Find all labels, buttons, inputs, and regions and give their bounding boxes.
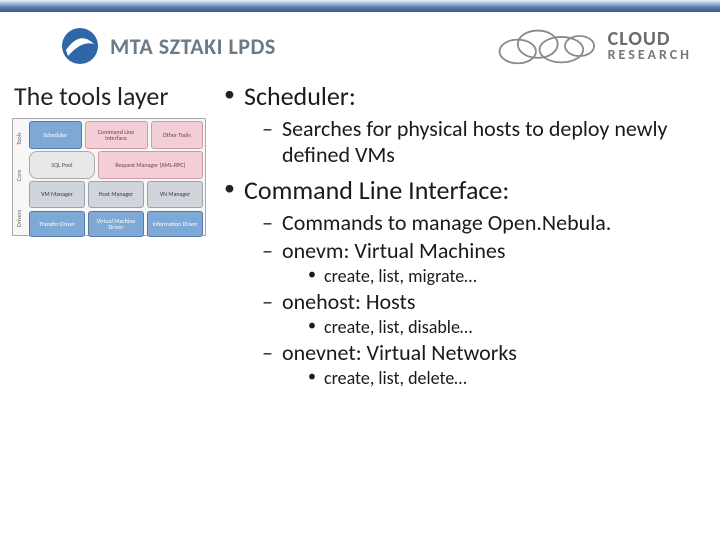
thumb-row-tools: Scheduler Command Line Interface Other T… bbox=[29, 121, 203, 149]
bullet-onevnet-ops: create, list, delete… bbox=[306, 368, 708, 389]
bullet-scheduler: Scheduler: Searches for physical hosts t… bbox=[220, 80, 708, 168]
bullet-onevm-label: onevm: Virtual Machines bbox=[282, 237, 505, 264]
bullet-onehost-label: onehost: Hosts bbox=[282, 288, 416, 315]
bullet-onevnet-label: onevnet: Virtual Networks bbox=[282, 339, 517, 366]
thumb-label-tools: Tools bbox=[15, 133, 23, 145]
thumb-box-vm-manager: VM Manager bbox=[29, 181, 85, 208]
bullet-cli-title: Command Line Interface: bbox=[244, 174, 509, 206]
thumb-box-host-manager: Host Manager bbox=[88, 181, 144, 208]
logo-row: MTA SZTAKI LPDS CLOUD RESEARCH bbox=[0, 12, 720, 78]
bullet-onevm: onevm: Virtual Machines create, list, mi… bbox=[260, 238, 708, 287]
thumb-box-vn-manager: VN Manager bbox=[147, 181, 203, 208]
thumb-label-drivers: Drivers bbox=[15, 210, 23, 227]
bullet-cli-desc: Commands to manage Open.Nebula. bbox=[260, 210, 708, 236]
slide: MTA SZTAKI LPDS CLOUD RESEARCH The tools… bbox=[0, 0, 720, 540]
bullet-scheduler-title: Scheduler: bbox=[244, 80, 356, 112]
bullet-onevnet: onevnet: Virtual Networks create, list, … bbox=[260, 340, 708, 389]
bullet-cli: Command Line Interface: Commands to mana… bbox=[220, 174, 708, 390]
sztaki-text: MTA SZTAKI LPDS bbox=[110, 33, 276, 60]
thumb-box-scheduler: Scheduler bbox=[29, 121, 82, 149]
thumb-side-labels: Tools Core Drivers bbox=[13, 119, 27, 235]
sztaki-mark-icon bbox=[60, 26, 100, 66]
thumb-box-request-manager: Request Manager (XML-RPC) bbox=[98, 151, 203, 179]
thumb-box-vm-driver: Virtual Machine Driver bbox=[88, 211, 144, 238]
cloud-text-line2: RESEARCH bbox=[608, 49, 692, 62]
thumb-box-transfer-driver: Transfer Driver bbox=[29, 211, 85, 238]
section-title: The tools layer bbox=[12, 78, 212, 118]
slide-body: The tools layer Tools Core Drivers Sched… bbox=[0, 78, 720, 395]
bullet-onehost: onehost: Hosts create, list, disable… bbox=[260, 289, 708, 338]
bullet-scheduler-desc: Searches for physical hosts to deploy ne… bbox=[260, 116, 708, 168]
top-gradient-bar bbox=[0, 0, 720, 12]
thumb-box-sql-pool: SQL Pool bbox=[29, 151, 95, 179]
bullet-onevm-ops: create, list, migrate… bbox=[306, 266, 708, 287]
bullet-onehost-ops: create, list, disable… bbox=[306, 317, 708, 338]
sztaki-logo: MTA SZTAKI LPDS bbox=[60, 26, 276, 66]
thumb-box-info-driver: Information Driver bbox=[147, 211, 203, 238]
thumb-row-managers-drivers: VM Manager Host Manager VN Manager Trans… bbox=[29, 181, 203, 237]
thumb-grid: Scheduler Command Line Interface Other T… bbox=[29, 121, 203, 233]
thumb-row-core-top: SQL Pool Request Manager (XML-RPC) bbox=[29, 151, 203, 179]
bullet-list: Scheduler: Searches for physical hosts t… bbox=[220, 80, 708, 389]
cloud-research-logo: CLOUD RESEARCH bbox=[490, 26, 692, 66]
cloud-research-text: CLOUD RESEARCH bbox=[608, 30, 692, 61]
architecture-thumbnail: Tools Core Drivers Scheduler Command Lin… bbox=[12, 118, 206, 236]
cloud-icon bbox=[490, 26, 600, 66]
left-column: The tools layer Tools Core Drivers Sched… bbox=[12, 78, 212, 395]
thumb-label-core: Core bbox=[15, 170, 23, 181]
content-column: Scheduler: Searches for physical hosts t… bbox=[212, 78, 708, 395]
thumb-box-other-tools: Other Tools bbox=[151, 121, 204, 149]
thumb-box-cli: Command Line Interface bbox=[85, 121, 148, 149]
